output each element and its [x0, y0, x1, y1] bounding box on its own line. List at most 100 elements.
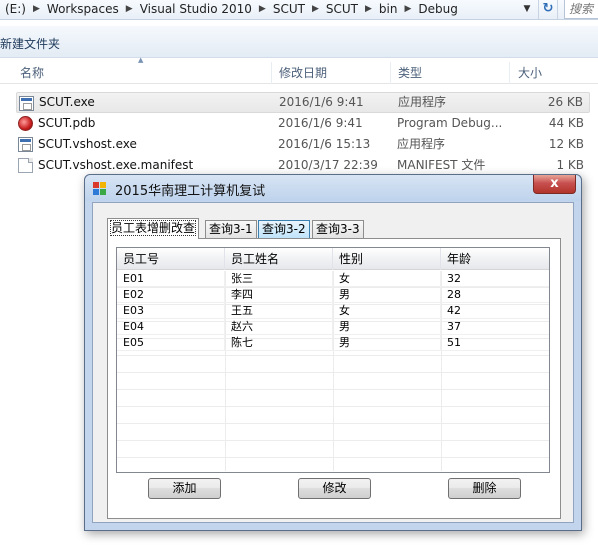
chevron-right-icon[interactable]: ▶ — [361, 4, 376, 14]
cell-age: 37 — [447, 320, 461, 333]
edit-button[interactable]: 修改 — [298, 478, 371, 499]
file-date: 2010/3/17 22:39 — [278, 158, 378, 172]
search-input[interactable]: 搜索 — [564, 0, 598, 19]
breadcrumb-debug[interactable]: Debug — [415, 2, 460, 16]
window-title: 2015华南理工计算机复试 — [115, 184, 266, 199]
delete-button[interactable]: 删除 — [448, 478, 521, 499]
grid-header-employee-name[interactable]: 员工姓名 — [225, 248, 333, 270]
cell-employee-name: 赵六 — [225, 319, 333, 335]
cell-age: 51 — [447, 336, 461, 349]
cell-employee-name: 王五 — [225, 303, 333, 319]
window-client-area: 员工表增删改查 查询3-1 查询3-2 查询3-3 员工号 员工姓名 性别 年龄… — [92, 202, 574, 523]
file-row[interactable]: SCUT.vshost.exe.manifest 2010/3/17 22:39… — [16, 155, 590, 176]
chevron-right-icon[interactable]: ▶ — [122, 4, 137, 14]
address-bar[interactable]: (E:) ▶ Workspaces ▶ Visual Studio 2010 ▶… — [0, 0, 598, 20]
tab-label: 查询3-2 — [262, 222, 306, 236]
file-row[interactable]: SCUT.vshost.exe 2016/1/6 15:13 应用程序 12 K… — [16, 134, 590, 155]
app-window: 2015华南理工计算机复试 x 员工表增删改查 查询3-1 查询3-2 查询3-… — [84, 174, 582, 531]
cell-age: 32 — [447, 272, 461, 285]
tab-query-3-1[interactable]: 查询3-1 — [205, 220, 257, 238]
table-row[interactable]: E01 张三 女 32 — [117, 271, 549, 287]
file-date: 2016/1/6 9:41 — [278, 116, 363, 130]
file-name: SCUT.pdb — [38, 116, 96, 130]
file-row[interactable]: SCUT.exe 2016/1/6 9:41 应用程序 26 KB — [16, 92, 590, 113]
cell-employee-id: E04 — [117, 319, 225, 335]
grid-header-gender[interactable]: 性别 — [333, 248, 441, 270]
cell-gender: 男 — [333, 319, 441, 335]
new-folder-button[interactable]: 新建文件夹 — [0, 35, 60, 52]
grid-header-employee-id[interactable]: 员工号 — [117, 248, 225, 270]
file-size: 1 KB — [556, 158, 584, 172]
cell-employee-id: E05 — [117, 335, 225, 351]
cell-age: 42 — [447, 304, 461, 317]
cell-gender: 男 — [333, 335, 441, 351]
cell-gender: 男 — [333, 287, 441, 303]
exe-icon — [18, 137, 33, 152]
chevron-right-icon[interactable]: ▶ — [308, 4, 323, 14]
file-type: Program Debug... — [397, 116, 503, 130]
table-row[interactable]: E02 李四 男 28 — [117, 287, 549, 303]
cell-employee-name: 张三 — [225, 271, 333, 287]
window-titlebar[interactable]: 2015华南理工计算机复试 x — [85, 175, 581, 201]
file-list-header: 名称 修改日期 类型 大小 — [0, 62, 598, 84]
breadcrumb-workspaces[interactable]: Workspaces — [44, 2, 122, 16]
file-row[interactable]: SCUT.pdb 2016/1/6 9:41 Program Debug... … — [16, 113, 590, 134]
cell-employee-name: 陈七 — [225, 335, 333, 351]
file-name: SCUT.vshost.exe — [38, 137, 137, 151]
breadcrumb-visual-studio[interactable]: Visual Studio 2010 — [137, 2, 255, 16]
tab-employee-crud[interactable]: 员工表增删改查 — [107, 218, 200, 239]
column-header-name[interactable]: 名称 — [16, 62, 272, 84]
file-size: 26 KB — [547, 95, 583, 109]
breadcrumb-scut-2[interactable]: SCUT — [323, 2, 361, 16]
grid-header-age[interactable]: 年龄 — [441, 248, 549, 270]
cell-gender: 女 — [333, 271, 441, 287]
tab-query-3-3[interactable]: 查询3-3 — [312, 220, 364, 238]
exe-icon — [19, 96, 34, 111]
file-date: 2016/1/6 15:13 — [278, 137, 371, 151]
file-date: 2016/1/6 9:41 — [279, 95, 364, 109]
cell-employee-id: E01 — [117, 271, 225, 287]
table-row[interactable]: E05 陈七 男 51 — [117, 335, 549, 351]
breadcrumb-bin[interactable]: bin — [376, 2, 401, 16]
chevron-right-icon[interactable]: ▶ — [29, 4, 44, 14]
grid-body: E01 张三 女 32 E02 李四 男 28 E03 王五 女 42 E04 … — [117, 271, 549, 351]
cell-gender: 女 — [333, 303, 441, 319]
file-size: 12 KB — [548, 137, 584, 151]
breadcrumb-drive[interactable]: (E:) — [2, 2, 29, 16]
address-dropdown-icon[interactable]: ▼ — [518, 0, 536, 18]
file-size: 44 KB — [548, 116, 584, 130]
tab-page-employee-crud: 员工号 员工姓名 性别 年龄 E01 张三 女 32 E02 李四 男 28 E… — [107, 238, 561, 519]
close-button[interactable]: x — [533, 175, 576, 194]
tab-query-3-2[interactable]: 查询3-2 — [258, 220, 310, 238]
file-type: MANIFEST 文件 — [397, 158, 486, 172]
tab-label: 员工表增删改查 — [109, 220, 197, 236]
breadcrumb: (E:) ▶ Workspaces ▶ Visual Studio 2010 ▶… — [2, 0, 461, 18]
chevron-right-icon[interactable]: ▶ — [255, 4, 270, 14]
add-button[interactable]: 添加 — [148, 478, 221, 499]
file-list: SCUT.exe 2016/1/6 9:41 应用程序 26 KB SCUT.p… — [16, 92, 590, 176]
app-icon — [93, 182, 106, 195]
breadcrumb-scut-1[interactable]: SCUT — [270, 2, 308, 16]
table-row[interactable]: E04 赵六 男 37 — [117, 319, 549, 335]
employee-data-grid[interactable]: 员工号 员工姓名 性别 年龄 E01 张三 女 32 E02 李四 男 28 E… — [116, 247, 550, 473]
column-header-date[interactable]: 修改日期 — [275, 62, 391, 84]
tab-label: 查询3-1 — [209, 222, 253, 236]
refresh-icon[interactable]: ↻ — [538, 0, 558, 19]
explorer-toolbar: 新建文件夹 — [0, 26, 598, 58]
file-type: 应用程序 — [397, 137, 446, 151]
cell-employee-name: 李四 — [225, 287, 333, 303]
chevron-right-icon[interactable]: ▶ — [400, 4, 415, 14]
close-icon: x — [550, 176, 559, 191]
grid-header: 员工号 员工姓名 性别 年龄 — [117, 248, 549, 270]
file-name: SCUT.exe — [39, 95, 95, 109]
cell-age: 28 — [447, 288, 461, 301]
table-row[interactable]: E03 王五 女 42 — [117, 303, 549, 319]
column-header-type[interactable]: 类型 — [394, 62, 510, 84]
document-icon — [18, 158, 33, 173]
cell-employee-id: E03 — [117, 303, 225, 319]
file-type: 应用程序 — [398, 95, 447, 109]
file-name: SCUT.vshost.exe.manifest — [38, 158, 194, 172]
tab-label: 查询3-3 — [316, 222, 360, 236]
column-header-size[interactable]: 大小 — [514, 62, 598, 84]
pdb-icon — [18, 116, 33, 131]
